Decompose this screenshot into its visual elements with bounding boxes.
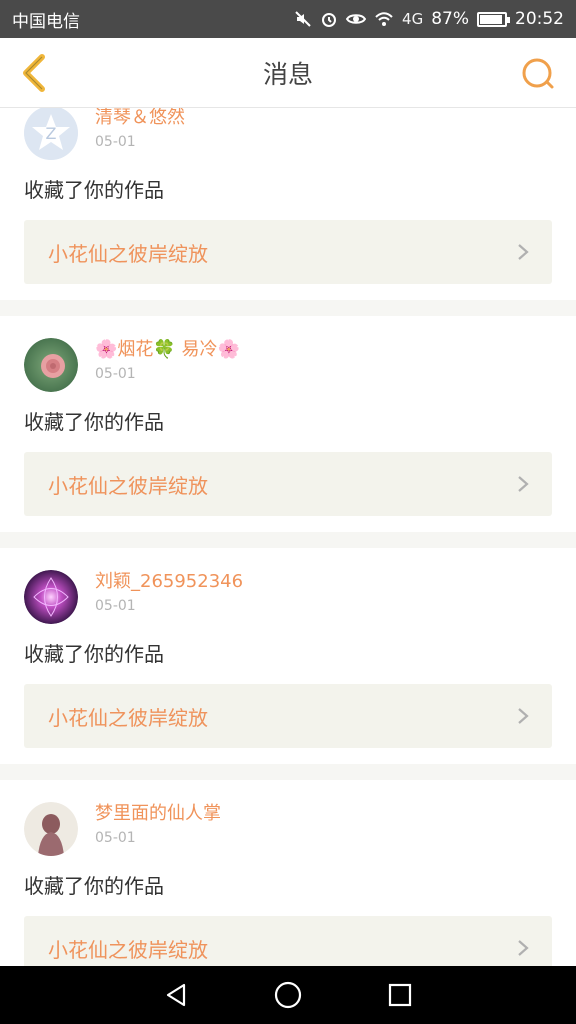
header: 消息	[0, 38, 576, 108]
nav-back-icon	[166, 983, 186, 1007]
girl-avatar-icon	[24, 802, 78, 856]
chevron-right-icon	[518, 708, 529, 724]
nav-home-button[interactable]	[268, 975, 308, 1015]
work-link[interactable]: 小花仙之彼岸绽放	[24, 916, 552, 966]
message-list: Z 清琴＆悠然 05-01 收藏了你的作品 小花仙之彼岸绽放 🌸烟花🍀 易冷🌸 …	[0, 108, 576, 966]
carrier-label: 中国电信	[12, 11, 80, 32]
search-button[interactable]	[520, 56, 556, 92]
clock: 20:52	[515, 9, 564, 29]
nav-recent-button[interactable]	[380, 975, 420, 1015]
date: 05-01	[95, 830, 136, 846]
search-icon	[522, 58, 554, 89]
svg-text:Z: Z	[46, 124, 57, 143]
username[interactable]: 梦里面的仙人掌	[95, 802, 221, 826]
rose-avatar-icon	[24, 338, 78, 392]
username[interactable]: 🌸烟花🍀 易冷🌸	[95, 338, 240, 362]
system-nav-bar	[0, 966, 576, 1024]
message-card: 梦里面的仙人掌 05-01 收藏了你的作品 小花仙之彼岸绽放	[0, 780, 576, 966]
message-card: Z 清琴＆悠然 05-01 收藏了你的作品 小花仙之彼岸绽放	[0, 108, 576, 300]
username[interactable]: 清琴＆悠然	[95, 108, 185, 130]
chevron-right-icon	[518, 244, 529, 260]
date: 05-01	[95, 134, 136, 150]
work-title: 小花仙之彼岸绽放	[48, 473, 208, 498]
battery-icon	[477, 11, 510, 27]
qq-default-avatar-icon: Z	[24, 108, 78, 160]
date: 05-01	[95, 598, 136, 614]
work-title: 小花仙之彼岸绽放	[48, 937, 208, 962]
user-row: 梦里面的仙人掌 05-01	[24, 780, 552, 860]
mute-icon	[295, 11, 311, 27]
work-link[interactable]: 小花仙之彼岸绽放	[24, 684, 552, 748]
work-link[interactable]: 小花仙之彼岸绽放	[24, 452, 552, 516]
avatar[interactable]	[24, 802, 78, 856]
action-text: 收藏了你的作品	[24, 874, 164, 898]
eye-icon	[346, 14, 367, 24]
alarm-icon	[322, 13, 337, 27]
work-title: 小花仙之彼岸绽放	[48, 705, 208, 730]
page-title: 消息	[262, 59, 313, 89]
status-bar: 中国电信 4G 87% 20:52	[0, 0, 576, 38]
chevron-right-icon	[518, 476, 529, 492]
message-card: 🌸烟花🍀 易冷🌸 05-01 收藏了你的作品 小花仙之彼岸绽放	[0, 316, 576, 532]
avatar[interactable]: Z	[24, 108, 78, 160]
user-row: 刘颖_265952346 05-01	[24, 548, 552, 628]
nav-home-icon	[274, 981, 302, 1009]
nav-back-button[interactable]	[156, 975, 196, 1015]
action-text: 收藏了你的作品	[24, 642, 164, 666]
chevron-left-icon	[23, 54, 45, 92]
user-row: Z 清琴＆悠然 05-01	[24, 108, 552, 164]
status-icons: 4G 87% 20:52	[294, 9, 564, 29]
action-text: 收藏了你的作品	[24, 178, 164, 202]
chevron-right-icon	[518, 940, 529, 956]
wifi-icon	[375, 12, 393, 26]
purple-light-avatar-icon	[24, 570, 78, 624]
username[interactable]: 刘颖_265952346	[95, 570, 243, 594]
back-button[interactable]	[14, 52, 54, 94]
signal-icon: 4G	[402, 10, 424, 28]
date: 05-01	[95, 366, 136, 382]
user-row: 🌸烟花🍀 易冷🌸 05-01	[24, 316, 552, 396]
battery-percent: 87%	[431, 9, 469, 29]
work-title: 小花仙之彼岸绽放	[48, 241, 208, 266]
message-card: 刘颖_265952346 05-01 收藏了你的作品 小花仙之彼岸绽放	[0, 548, 576, 764]
work-link[interactable]: 小花仙之彼岸绽放	[24, 220, 552, 284]
avatar[interactable]	[24, 570, 78, 624]
action-text: 收藏了你的作品	[24, 410, 164, 434]
avatar[interactable]	[24, 338, 78, 392]
message-list-container[interactable]: Z 清琴＆悠然 05-01 收藏了你的作品 小花仙之彼岸绽放 🌸烟花🍀 易冷🌸 …	[0, 108, 576, 966]
nav-recent-icon	[388, 983, 412, 1007]
